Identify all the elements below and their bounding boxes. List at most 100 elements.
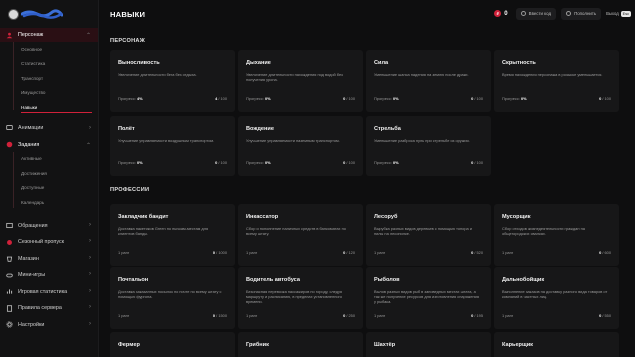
sidebar-section-tasks[interactable]: Задания ⌃ [0,138,98,152]
counter-value: 0 [471,313,474,318]
counter-value: 0 [343,96,346,101]
profession-card[interactable]: Шахтёр [366,332,491,357]
sidebar: Персонаж ⌃ Основное Статистика Транспорт… [0,0,99,357]
card-description: Увеличение длительности нахождения под в… [246,72,343,82]
card-progress: Прогресс: 0% [246,160,271,165]
sidebar-item-property[interactable]: Имущество [0,86,98,101]
card-title: Лесоруб [374,214,398,220]
profession-card[interactable]: Грибник [238,332,363,357]
counter-max: / 600 [602,250,611,255]
counter-max: / 1500 [216,313,227,318]
counter-max: / 100 [346,96,355,101]
card-description: Сбор отходов жизнедеятельности граждан н… [502,226,585,236]
card-description: Вылов разных видов рыб в заповедных мест… [374,289,479,304]
profession-card[interactable]: Инкассатор Сбор и пополнение наличных сре… [238,204,363,266]
card-description: Сбор и пополнение наличных средств в бан… [246,226,346,236]
esc-key-badge: Esc [620,10,631,17]
skill-card[interactable]: Полёт Улучшение управляемости воздушным т… [110,116,235,176]
sidebar-section-tickets[interactable]: Обращения › [0,218,98,235]
skill-card[interactable]: Вождение Улучшение управляемости наземным… [238,116,363,176]
counter-value: 0 [471,250,474,255]
sidebar-item-transport[interactable]: Транспорт [0,71,98,86]
profession-card[interactable]: Лесоруб Вырубка разных видов деревьев с п… [366,204,491,266]
sidebar-section-shop[interactable]: Магазин › [0,251,98,268]
skill-card[interactable]: Стрельба Уменьшение разброса пуль при стр… [366,116,491,176]
chevron-up-icon: ⌃ [85,33,91,39]
top-bar: НАВЫКИ ₽ 0 Ввести код Пополнить Выход Es… [99,0,635,28]
profession-card[interactable]: Рыболов Вылов разных видов рыб в заповедн… [366,267,491,329]
profession-card[interactable]: Закладчик бандит Доставка пакетиков Green… [110,204,235,266]
sidebar-item-calendar[interactable]: Календарь [0,195,98,210]
sidebar-section-label: Игровая статистика [18,288,68,295]
progress-label: 1 ранг [118,250,130,255]
card-description: Вырубка разных видов деревьев с помощью … [374,226,472,236]
skill-card[interactable]: Дыхание Увеличение длительности нахождени… [238,50,363,112]
progress-value: 0% [264,160,271,165]
card-counter: 0 / 100 [343,96,355,101]
sidebar-section-rules[interactable]: Правила сервера › [0,300,98,317]
card-progress: Прогресс: 0% [374,96,399,101]
code-icon [520,11,526,16]
sidebar-item-label: Основное [21,46,43,52]
shop-icon [6,255,13,262]
counter-value: 0 [212,250,216,255]
profession-card[interactable]: Водитель автобуса Безопасная перевозка па… [238,267,363,329]
counter-value: 0 [343,313,346,318]
profession-card[interactable]: Мусорщик Сбор отходов жизнедеятельности г… [494,204,619,266]
card-progress: Прогресс: 0% [502,96,527,101]
sidebar-item-label: Доступные [21,185,45,191]
card-progress: 1 ранг [246,250,257,255]
counter-value: 0 [599,313,602,318]
sidebar-section-season-pass[interactable]: Сезонный пропуск › [0,234,98,251]
counter-value: 4 [215,96,218,101]
progress-label: Прогресс: [118,96,136,101]
card-progress: Прогресс: 4% [118,96,143,101]
topup-button[interactable]: Пополнить [561,7,602,20]
sidebar-item-skills[interactable]: Навыки [0,100,98,115]
profession-card[interactable]: Фермер [110,332,235,357]
exit-button[interactable]: Выход Esc [606,10,631,17]
profession-card[interactable]: Карьерщик [494,332,619,357]
topup-label: Пополнить [574,11,597,16]
sidebar-section-label: Настройки [18,321,45,328]
card-title: Мусорщик [502,214,531,220]
counter-value: 0 [599,96,602,101]
card-description: Доставка заказанных посылок по почте по … [118,289,222,299]
sidebar-section-character[interactable]: Персонаж ⌃ [0,28,98,42]
enter-code-button[interactable]: Ввести код [515,7,557,20]
skill-card[interactable]: Скрытность Время нахождения персонажа в р… [494,50,619,112]
sidebar-item-label: Навыки [21,104,38,110]
chevron-up-icon: ⌃ [85,142,91,149]
sidebar-item-available[interactable]: Доступные [0,181,98,196]
counter-value: 0 [343,160,346,165]
avatar[interactable] [8,8,19,20]
sidebar-section-settings[interactable]: Настройки › [0,317,98,334]
sidebar-item-active-tasks[interactable]: Активные [0,152,98,167]
skill-card[interactable]: Сила Уменьшение шанса падения на землю по… [366,50,491,112]
card-counter: 4 / 100 [215,96,227,101]
progress-value: 0% [264,96,271,101]
chevron-right-icon: › [89,221,91,228]
card-title: Вождение [246,126,274,132]
counter-value: 0 [215,160,218,165]
profession-card[interactable]: Дальнобойщик Выполнение заказов на достав… [494,267,619,329]
card-counter: 0 / 100 [471,160,483,165]
counter-value: 0 [212,313,216,318]
sidebar-section-game-stats[interactable]: Игровая статистика › [0,284,98,301]
card-progress: 1 ранг [502,250,513,255]
sidebar-section-minigames[interactable]: Мини-игры › [0,267,98,284]
sidebar-item-label: Статистика [21,61,46,67]
card-description: Улучшение управляемости воздушным трансп… [118,138,215,143]
sidebar-item-stats[interactable]: Статистика [0,57,98,72]
card-progress: Прогресс: 0% [374,160,399,165]
sidebar-item-main[interactable]: Основное [0,42,98,57]
counter-max: / 100 [346,160,355,165]
card-description: Доставка пакетиков Green по нычкам-места… [118,226,209,236]
chevron-right-icon: › [89,271,91,277]
sidebar-section-animations[interactable]: Анимации › [0,121,98,135]
profile-header[interactable] [0,0,98,28]
profession-card[interactable]: Почтальон Доставка заказанных посылок по … [110,267,235,329]
rules-icon [6,305,13,312]
skill-card[interactable]: Выносливость Увеличение длительности бега… [110,50,235,112]
sidebar-item-achievements[interactable]: Достижения [0,166,98,181]
